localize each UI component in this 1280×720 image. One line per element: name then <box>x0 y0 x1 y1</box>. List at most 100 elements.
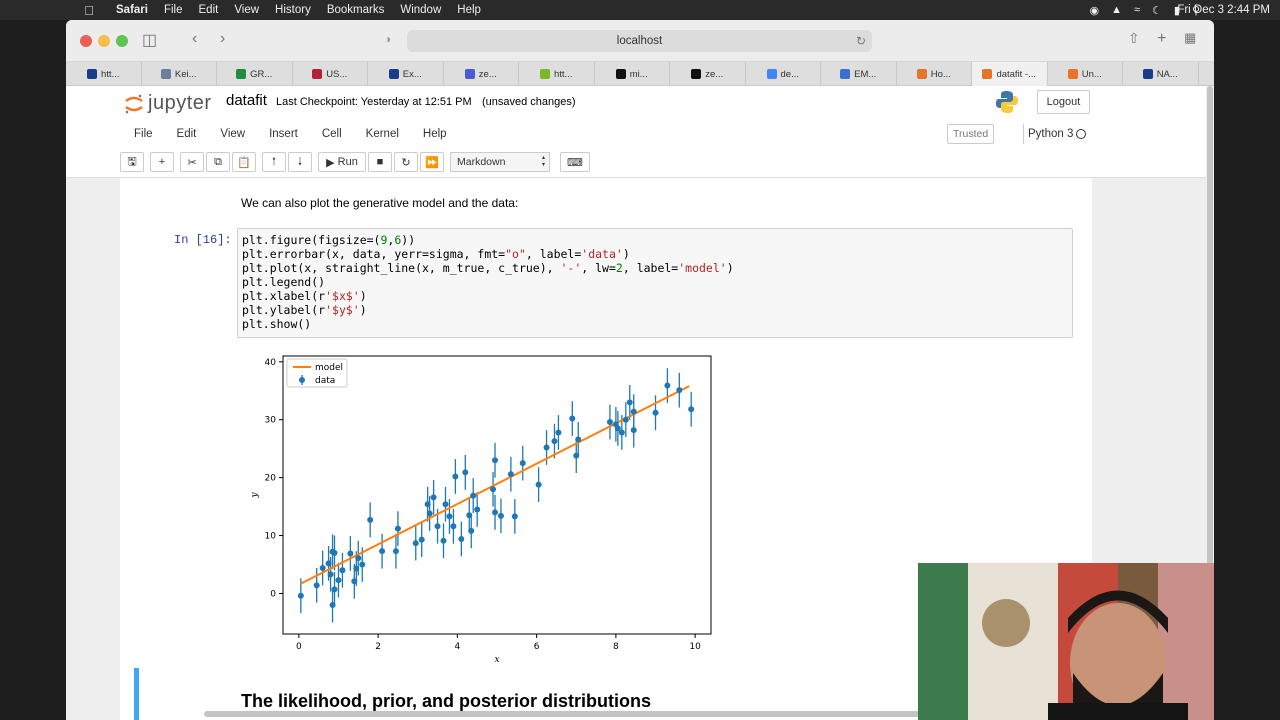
browser-tab[interactable]: htt... <box>66 62 142 86</box>
code-token: plt.figure(figsize=( <box>242 233 381 247</box>
trusted-indicator[interactable]: Trusted <box>947 124 995 144</box>
browser-tab[interactable]: US... <box>293 62 368 86</box>
data-point <box>392 548 399 555</box>
paste-button[interactable]: 📋 <box>232 152 256 172</box>
jupyter-header: jupyter datafit Last Checkpoint: Yesterd… <box>66 86 1206 178</box>
save-icon: 🖫 <box>127 155 137 168</box>
tab-label: htt... <box>554 68 573 80</box>
restart-run-all-button[interactable]: ⏩ <box>420 152 444 172</box>
jupyter-menu-file[interactable]: File <box>134 124 153 148</box>
menubar-history[interactable]: History <box>275 4 311 16</box>
command-palette-button[interactable]: ⌨ <box>560 152 590 172</box>
sidebar-icon[interactable]: ◫ <box>142 30 157 50</box>
browser-tab[interactable]: Un... <box>1048 62 1123 86</box>
copy-button[interactable]: ⧉ <box>206 152 230 172</box>
close-window-button[interactable] <box>80 35 92 47</box>
wifi-icon[interactable]: ≈ <box>1134 4 1140 16</box>
data-point <box>335 577 342 584</box>
code-token: plt.plot(x, straight_line(x, m_true, c_t… <box>242 261 561 275</box>
y-tick-label: 10 <box>265 532 277 542</box>
code-cell-input[interactable]: plt.figure(figsize=(9,6)) plt.errorbar(x,… <box>237 228 1073 338</box>
code-token: '$y$' <box>325 303 360 317</box>
moon-icon[interactable]: ☾ <box>1152 4 1162 17</box>
menubar-window[interactable]: Window <box>400 4 441 16</box>
interrupt-button[interactable]: ■ <box>368 152 392 172</box>
restart-button[interactable]: ↻ <box>394 152 418 172</box>
browser-tab[interactable]: mi... <box>595 62 670 86</box>
tab-favicon-icon <box>312 69 323 79</box>
data-point <box>575 436 582 443</box>
save-button[interactable]: 🖫 <box>120 152 144 172</box>
browser-tab[interactable]: GR... <box>217 62 293 86</box>
data-point <box>319 564 326 571</box>
notebook-name[interactable]: datafit <box>226 92 267 109</box>
jupyter-menu-kernel[interactable]: Kernel <box>366 124 399 148</box>
menubar-edit[interactable]: Edit <box>199 4 219 16</box>
browser-tab[interactable]: ze... <box>444 62 519 86</box>
address-bar[interactable]: localhost ↻ <box>407 30 872 52</box>
jupyter-logo[interactable]: jupyter <box>124 92 212 115</box>
horizontal-scrollbar[interactable] <box>204 711 1004 717</box>
jupyter-logo-icon <box>125 94 143 113</box>
data-point <box>452 473 459 480</box>
jupyter-menu-edit[interactable]: Edit <box>177 124 197 148</box>
browser-tab[interactable]: ze... <box>670 62 746 86</box>
jupyter-menu-insert[interactable]: Insert <box>269 124 298 148</box>
reload-icon[interactable]: ↻ <box>856 30 866 52</box>
forward-icon[interactable]: › <box>220 30 225 48</box>
unsaved-indicator: (unsaved changes) <box>482 96 576 108</box>
share-icon[interactable]: ⇧ <box>1128 30 1140 47</box>
move-down-button[interactable]: 🠓 <box>288 152 312 172</box>
browser-tab[interactable]: NA... <box>1123 62 1199 86</box>
data-point <box>446 513 453 520</box>
scrollbar-thumb[interactable] <box>1207 86 1213 566</box>
browser-tab[interactable]: datafit -... <box>972 62 1048 86</box>
tab-label: Kei... <box>174 68 197 80</box>
zoom-window-button[interactable] <box>116 35 128 47</box>
menubar-bookmarks[interactable]: Bookmarks <box>327 4 385 16</box>
minimize-window-button[interactable] <box>98 35 110 47</box>
move-up-button[interactable]: 🠑 <box>262 152 286 172</box>
privacy-shield-icon[interactable]: ◑ <box>384 32 391 46</box>
y-tick-label: 0 <box>270 589 276 599</box>
tab-overview-icon[interactable]: ▦ <box>1184 30 1196 46</box>
jupyter-menu-help[interactable]: Help <box>423 124 447 148</box>
apple-icon[interactable]:  <box>78 3 100 18</box>
browser-tab[interactable]: Ex... <box>368 62 444 86</box>
browser-tab[interactable]: Ho... <box>897 62 972 86</box>
logout-button[interactable]: Logout <box>1037 90 1090 114</box>
jupyter-menu-view[interactable]: View <box>220 124 245 148</box>
code-token: 'data' <box>581 247 623 261</box>
tab-label: Un... <box>1081 68 1102 80</box>
tab-favicon-icon <box>388 69 399 79</box>
code-token: , lw= <box>581 261 616 275</box>
new-tab-icon[interactable]: + <box>1157 30 1166 48</box>
back-icon[interactable]: ‹ <box>192 30 197 48</box>
markdown-cell[interactable]: We can also plot the generative model an… <box>241 196 518 210</box>
kernel-idle-icon <box>1076 129 1086 139</box>
code-token: 'model' <box>678 261 727 275</box>
code-token: ) <box>359 303 367 317</box>
app-menu-safari[interactable]: Safari <box>116 4 148 16</box>
cell-type-select[interactable]: Markdown <box>450 152 550 172</box>
run-button[interactable]: ▶ Run <box>318 152 366 172</box>
cut-button[interactable]: ✂ <box>180 152 204 172</box>
record-icon[interactable]: ◉ <box>1089 4 1099 17</box>
menubar-view[interactable]: View <box>234 4 259 16</box>
menubar-clock[interactable]: Fri Dec 3 2:44 PM <box>1177 4 1270 16</box>
browser-tab[interactable]: Kei... <box>142 62 217 86</box>
browser-tab[interactable]: EM... <box>821 62 897 86</box>
browser-tab[interactable]: de... <box>746 62 821 86</box>
kernel-name[interactable]: Python 3 <box>1023 124 1073 144</box>
tab-label: htt... <box>101 68 120 80</box>
browser-toolbar: ◫ ‹ › ◑ localhost ↻ ⇧ + ▦ <box>66 20 1214 62</box>
python-logo-icon <box>996 91 1018 113</box>
shield-icon[interactable]: ▲ <box>1111 4 1122 16</box>
browser-tab[interactable]: htt... <box>519 62 595 86</box>
menubar-file[interactable]: File <box>164 4 183 16</box>
insert-cell-button[interactable]: + <box>150 152 174 172</box>
data-point <box>424 501 431 508</box>
jupyter-menu-cell[interactable]: Cell <box>322 124 342 148</box>
menubar-help[interactable]: Help <box>457 4 481 16</box>
arrow-up-icon: 🠑 <box>272 155 276 168</box>
